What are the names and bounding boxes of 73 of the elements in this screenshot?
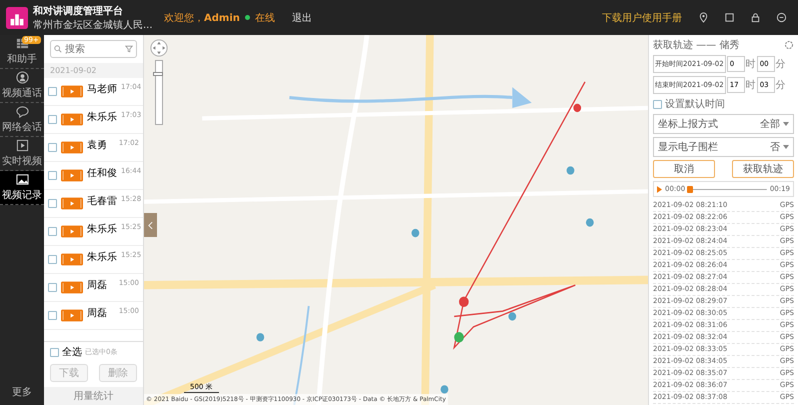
status-text: 在线 (254, 12, 275, 24)
lock-icon[interactable] (750, 12, 761, 23)
caret-icon (783, 122, 789, 126)
welcome-text: 欢迎您，Admin (164, 12, 240, 24)
caller-name: 任和俊 (87, 166, 117, 180)
minute-unit: 分 (776, 79, 786, 92)
video-thumbnail-icon[interactable] (61, 197, 83, 210)
date-header: 2021-09-02 (44, 63, 143, 78)
checkbox[interactable] (653, 100, 662, 108)
checkbox[interactable] (48, 115, 57, 124)
logo-icon (6, 6, 28, 28)
video-thumbnail-icon[interactable] (61, 113, 83, 126)
caret-icon (783, 145, 789, 149)
logout-link[interactable]: 退出 (292, 10, 312, 24)
minute-unit: 分 (776, 58, 786, 71)
video-thumbnail-icon[interactable] (61, 141, 83, 154)
geofence-dropdown[interactable]: 显示电子围栏 否 (653, 137, 794, 157)
collapse-handle[interactable] (144, 213, 157, 237)
checkbox[interactable] (48, 311, 57, 320)
video-thumbnail-icon[interactable] (61, 309, 83, 322)
default-time-label: 设置默认时间 (665, 98, 725, 111)
checkbox[interactable] (48, 255, 57, 264)
video-thumbnail-icon[interactable] (61, 169, 83, 182)
caller-name: 朱乐乐 (87, 110, 117, 124)
video-thumbnail-icon[interactable] (61, 85, 83, 98)
video-thumbnail-icon[interactable] (61, 253, 83, 266)
zoom-thumb[interactable] (153, 72, 163, 76)
hour-unit: 时 (746, 78, 756, 92)
zoom-track[interactable] (155, 60, 163, 125)
manual-download-link[interactable]: 下载用户使用手册 (602, 10, 682, 24)
play-icon[interactable] (657, 186, 662, 192)
select-all-checkbox[interactable] (50, 348, 59, 356)
video-thumbnail-icon[interactable] (61, 281, 83, 294)
nav-item[interactable]: 网络会话 (0, 103, 44, 137)
search-icon (54, 45, 62, 53)
image-icon (16, 173, 28, 186)
caller-name: 周磊 (87, 307, 108, 320)
fullscreen-icon[interactable] (724, 12, 735, 23)
checkbox[interactable] (48, 87, 57, 96)
select-all-label: 全选 (62, 346, 82, 359)
app-title: 和对讲调度管理平台 (33, 4, 124, 18)
location-icon[interactable] (698, 12, 709, 23)
pan-control-icon[interactable] (150, 39, 168, 57)
power-icon[interactable] (776, 12, 787, 23)
report-mode-dropdown[interactable]: 坐标上报方式 全部 (653, 114, 794, 134)
search-field[interactable]: 搜索 (50, 40, 137, 58)
progress-thumb[interactable] (687, 186, 694, 192)
person-icon (16, 71, 28, 84)
nav-item[interactable]: 视频记录 (0, 171, 44, 205)
settings-icon[interactable] (784, 40, 794, 50)
chat-bubble-icon (16, 105, 28, 118)
panel-title: 获取轨迹 —— 储秀 (653, 38, 740, 52)
checkbox[interactable] (48, 199, 57, 208)
organization-name: 常州市金坛区金城镇人民... (33, 18, 153, 32)
fetch-track-button[interactable]: 获取轨迹 (732, 160, 794, 178)
hour-unit: 时 (746, 58, 756, 71)
video-thumbnail-icon[interactable] (61, 225, 83, 238)
caller-name: 马老师 (87, 82, 117, 96)
checkbox[interactable] (48, 283, 57, 292)
caller-name: 袁勇 (87, 138, 108, 152)
cancel-button[interactable]: 取消 (653, 160, 715, 178)
play-icon (16, 139, 28, 152)
caller-name: 毛春雷 (87, 194, 117, 208)
checkbox[interactable] (48, 143, 57, 152)
filter-icon[interactable] (125, 45, 133, 53)
chevron-left-icon (148, 220, 153, 230)
zoom-slider[interactable] (150, 39, 168, 125)
checkbox[interactable] (48, 171, 57, 180)
caller-name: 周磊 (87, 279, 108, 292)
caller-name: 朱乐乐 (87, 250, 117, 264)
caller-name: 朱乐乐 (87, 222, 117, 236)
checkbox[interactable] (48, 227, 57, 236)
more-link[interactable]: 更多 (0, 385, 44, 405)
